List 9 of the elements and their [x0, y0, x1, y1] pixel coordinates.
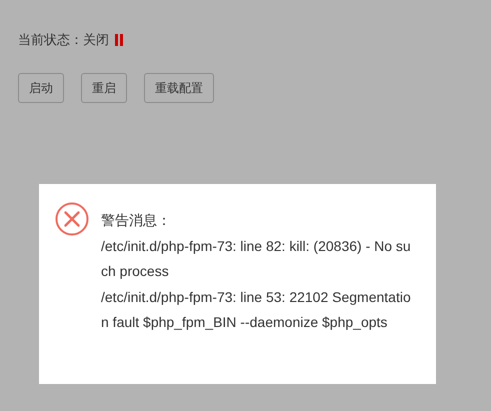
dialog-title: 警告消息： — [101, 211, 172, 230]
status-label: 当前状态： — [18, 32, 83, 49]
action-button[interactable]: 重启 — [81, 73, 127, 103]
message-line: /etc/init.d/php-fpm-73: line 82: kill: (20836) - No such process — [101, 236, 412, 281]
error-icon — [55, 202, 89, 236]
status-value: 关闭 — [83, 32, 109, 49]
action-button[interactable]: 重载配置 — [144, 73, 214, 103]
message-line: /etc/init.d/php-fpm-73: line 53: 22102 Segmentation fault $php_fpm_BIN --daemonize $php_opts — [101, 288, 412, 332]
action-button[interactable]: 启动 — [18, 73, 64, 103]
